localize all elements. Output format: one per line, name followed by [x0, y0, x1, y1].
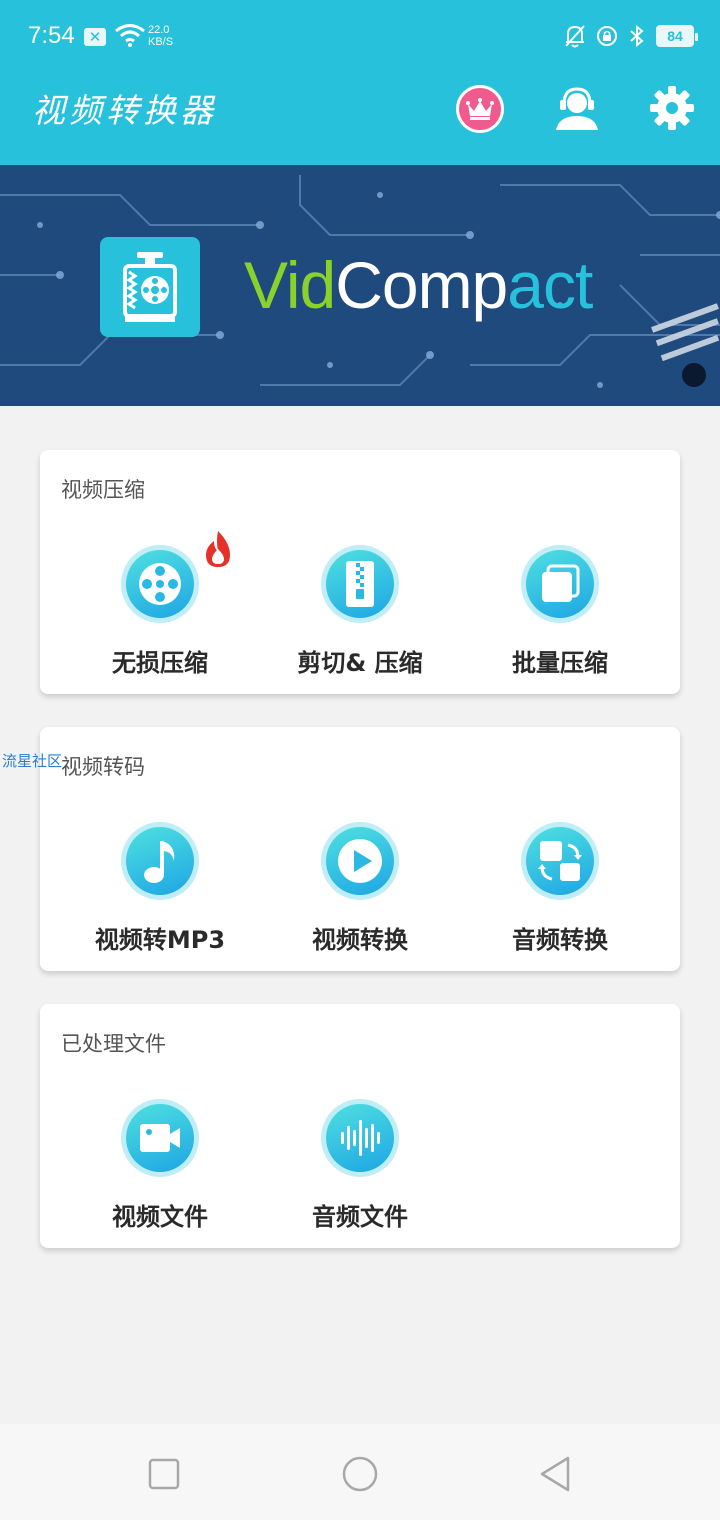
- vip-crown-button[interactable]: [456, 85, 504, 133]
- system-navigation-bar: [0, 1424, 720, 1520]
- video-convert-button[interactable]: 视频转换: [260, 822, 460, 957]
- video-files-button[interactable]: 视频文件: [60, 1099, 260, 1234]
- section-title: 已处理文件: [61, 1032, 166, 1056]
- music-note-icon: [144, 841, 175, 883]
- fire-icon: [206, 531, 230, 567]
- bell-muted-icon: [565, 25, 585, 48]
- stack-icon: [542, 564, 580, 602]
- transcode-section-card: 视频转码 视频转MP3 视频转换 音频转换: [40, 727, 680, 971]
- watermark-text: 流星社区: [2, 752, 63, 770]
- crown-icon: [466, 98, 494, 120]
- item-label: 视频文件: [112, 1203, 208, 1231]
- rotation-lock-icon: [597, 26, 617, 46]
- network-speed: 22.0 KB/S: [148, 24, 174, 48]
- audio-files-button[interactable]: 音频文件: [260, 1099, 460, 1234]
- section-title: 视频转码: [61, 755, 145, 779]
- app-header: 7:54 ✕ 22.0 KB/S 84 视频转换器: [0, 0, 720, 165]
- gear-icon[interactable]: [648, 84, 696, 132]
- wifi-icon: [115, 24, 145, 47]
- status-bar: 7:54 ✕ 22.0 KB/S 84: [0, 0, 720, 72]
- item-label: 视频转换: [312, 926, 408, 954]
- item-label: 音频文件: [312, 1203, 408, 1231]
- play-icon: [338, 839, 382, 883]
- section-title: 视频压缩: [61, 478, 145, 502]
- zip-icon: [346, 561, 374, 607]
- bluetooth-icon: [630, 24, 644, 48]
- film-reel-icon: [139, 563, 181, 605]
- customer-support-icon[interactable]: [553, 84, 601, 132]
- item-label: 剪切& 压缩: [297, 649, 423, 677]
- video-camera-icon: [140, 1124, 180, 1152]
- item-label: 音频转换: [512, 926, 608, 954]
- back-icon[interactable]: [536, 1454, 576, 1494]
- convert-icon: [538, 841, 582, 881]
- item-label: 视频转MP3: [94, 926, 226, 954]
- item-label: 无损压缩: [112, 649, 208, 677]
- vidcompact-logo-icon: [100, 237, 200, 337]
- cut-compress-button[interactable]: 剪切& 压缩: [260, 545, 460, 680]
- promo-banner[interactable]: VidCompact: [0, 165, 720, 406]
- app-title: 视频转换器: [32, 91, 217, 130]
- notification-badge-icon: ✕: [84, 28, 106, 46]
- compress-section-card: 视频压缩 无损压缩 剪切& 压缩 批量压缩: [40, 450, 680, 694]
- video-to-mp3-button[interactable]: 视频转MP3: [60, 822, 260, 957]
- processed-files-section-card: 已处理文件 视频文件 音频文件: [40, 1004, 680, 1248]
- status-time: 7:54: [28, 22, 75, 49]
- audio-convert-button[interactable]: 音频转换: [460, 822, 660, 957]
- audio-wave-icon: [341, 1120, 380, 1156]
- battery-indicator: 84: [656, 25, 698, 47]
- item-label: 批量压缩: [512, 649, 608, 677]
- home-icon[interactable]: [340, 1454, 380, 1494]
- brand-wordmark: VidCompact: [244, 248, 593, 322]
- lossless-compress-button[interactable]: 无损压缩: [60, 531, 260, 680]
- batch-compress-button[interactable]: 批量压缩: [460, 545, 660, 680]
- recent-apps-icon[interactable]: [144, 1454, 184, 1494]
